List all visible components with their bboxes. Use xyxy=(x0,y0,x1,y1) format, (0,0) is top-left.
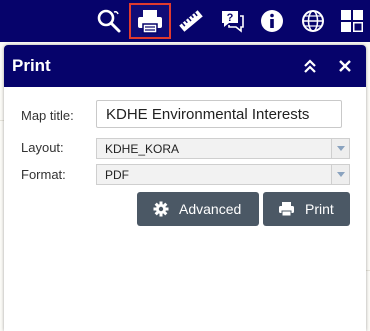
dashboard-tool-button[interactable] xyxy=(331,3,370,39)
dashboard-icon xyxy=(341,10,363,32)
map-title-input[interactable] xyxy=(96,100,342,128)
print-button[interactable]: Print xyxy=(263,192,350,226)
search-icon xyxy=(97,9,121,33)
gear-icon xyxy=(153,201,169,217)
panel-title: Print xyxy=(12,56,51,75)
close-icon[interactable] xyxy=(337,58,353,74)
print-panel: Print Map title: Layout: KDHE_KORA Forma… xyxy=(4,45,366,331)
ruler-icon xyxy=(179,10,203,32)
format-label: Format: xyxy=(21,167,66,182)
advanced-button[interactable]: Advanced xyxy=(137,192,259,226)
format-select-value: PDF xyxy=(105,168,129,182)
printer-icon xyxy=(138,10,162,34)
globe-icon xyxy=(302,10,324,32)
globe-tool-button[interactable] xyxy=(292,3,334,39)
layout-select[interactable]: KDHE_KORA xyxy=(96,138,350,159)
map-toolbar: ? xyxy=(0,0,370,42)
printer-icon xyxy=(279,202,294,217)
help-tool-button[interactable]: ? xyxy=(211,3,253,39)
chevron-double-up-icon[interactable] xyxy=(302,58,318,74)
svg-text:?: ? xyxy=(227,12,234,24)
panel-header: Print xyxy=(4,45,366,87)
layout-select-value: KDHE_KORA xyxy=(105,142,180,156)
chevron-down-icon[interactable] xyxy=(331,165,349,184)
measure-tool-button[interactable] xyxy=(170,3,212,39)
print-tool-button[interactable] xyxy=(129,3,171,39)
search-tool-button[interactable] xyxy=(88,3,130,39)
info-tool-button[interactable] xyxy=(251,3,293,39)
map-title-label: Map title: xyxy=(21,108,74,123)
info-icon xyxy=(261,10,283,32)
print-button-label: Print xyxy=(305,201,334,217)
advanced-button-label: Advanced xyxy=(179,201,242,217)
chevron-down-icon[interactable] xyxy=(331,139,349,158)
layout-label: Layout: xyxy=(21,140,64,155)
chat-help-icon: ? xyxy=(222,11,244,33)
format-select[interactable]: PDF xyxy=(96,164,350,185)
